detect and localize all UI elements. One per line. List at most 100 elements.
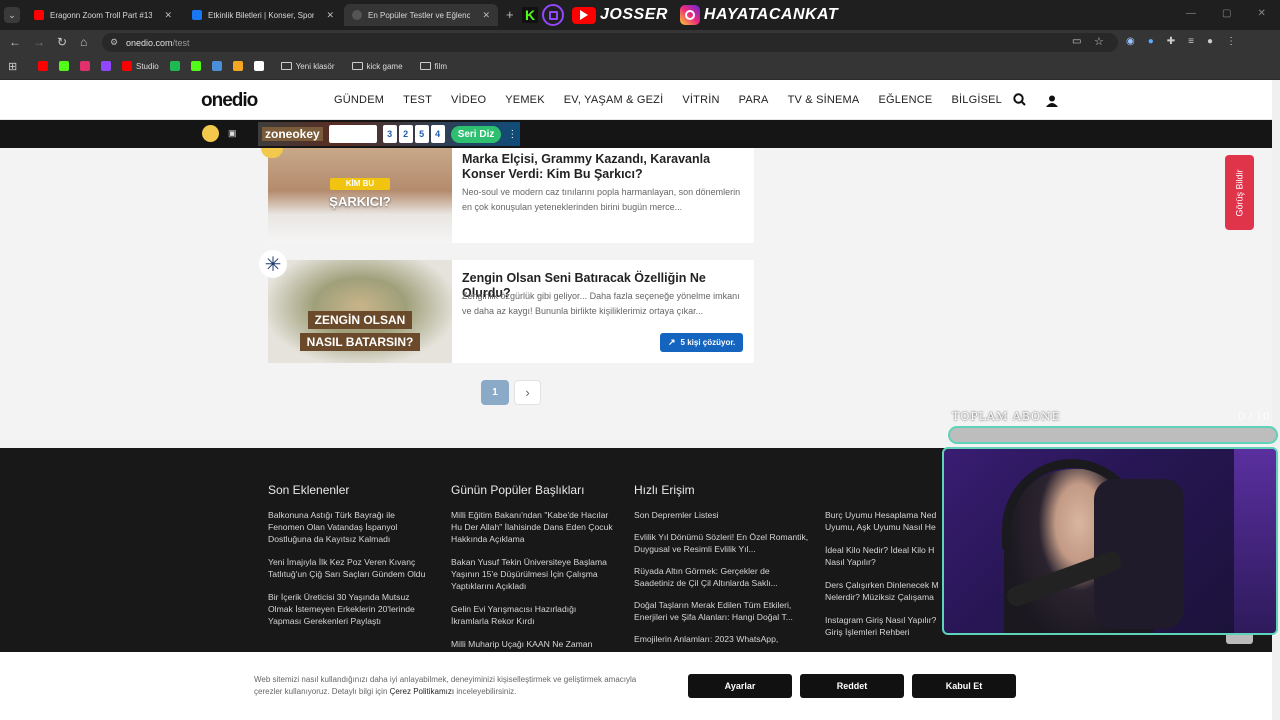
search-icon[interactable] — [1013, 93, 1026, 106]
bookmark-item[interactable] — [80, 61, 90, 71]
close-icon[interactable]: ✕ — [158, 10, 172, 21]
footer-link[interactable]: Emojilerin Anlamları: 2023 WhatsApp, — [634, 633, 809, 645]
cookie-policy-link[interactable]: Çerez Politikamızı — [390, 687, 454, 696]
bookmark-item[interactable]: Studio — [122, 61, 159, 71]
bookmark-item[interactable] — [38, 61, 48, 71]
user-icon[interactable] — [1046, 94, 1058, 107]
footer-link-list: Burç Uyumu Hesaplama Ned Uyumu, Aşk Uyum… — [825, 509, 945, 638]
bookmark-item[interactable] — [59, 61, 69, 71]
footer-link[interactable]: Milli Muharip Uçağı KAAN Ne Zaman — [451, 638, 616, 649]
card-title[interactable]: Marka Elçisi, Grammy Kazandı, Karavanla … — [462, 152, 746, 182]
bookmark-item[interactable] — [211, 61, 222, 71]
window-controls: — ▢ ✕ — [1186, 8, 1266, 19]
apps-icon[interactable]: ⊞ — [8, 60, 17, 73]
ad-close-icon[interactable]: ▣ — [228, 128, 237, 139]
footer-link[interactable]: Yeni İmajıyla İlk Kez Poz Veren Kıvanç T… — [268, 556, 433, 580]
webcam-feed — [942, 447, 1278, 635]
new-tab-button[interactable]: + — [506, 7, 514, 22]
stream-overlay-logos: K JOSSER HAYATACANKAT — [522, 4, 838, 26]
ad-banner[interactable] — [0, 120, 1272, 148]
site-info-icon[interactable]: ⚙ — [110, 37, 118, 48]
bookmark-folder[interactable]: film — [419, 62, 447, 71]
zoneokey-ad[interactable]: zoneokey 3254 Seri Diz ⋮ — [258, 122, 520, 146]
menu-item[interactable]: EV, YAŞAM & GEZİ — [564, 94, 664, 106]
menu-item[interactable]: VİDEO — [451, 94, 486, 106]
menu-item[interactable]: BİLGİSEL — [951, 94, 1002, 106]
menu-item[interactable]: TEST — [403, 94, 432, 106]
instagram-handle: HAYATACANKAT — [703, 6, 839, 23]
extension-icon[interactable]: ◉ — [1126, 36, 1135, 47]
window-close-icon[interactable]: ✕ — [1257, 8, 1265, 19]
card-description: Zenginlik özgürlük gibi geliyor... Daha … — [462, 291, 740, 316]
bookmark-favicon-icon — [253, 61, 264, 71]
install-app-icon[interactable]: ▭ — [1072, 36, 1081, 47]
menu-icon[interactable]: ⋮ — [1226, 36, 1236, 47]
feedback-button[interactable]: Görüş Bildir — [1225, 155, 1254, 230]
footer-link[interactable]: Burç Uyumu Hesaplama Ned Uyumu, Aşk Uyum… — [825, 509, 945, 533]
footer-link[interactable]: Gelin Evi Yarışmacısı Hazırladığı İkraml… — [451, 603, 616, 627]
next-page-button[interactable]: › — [514, 380, 541, 405]
footer-link[interactable]: Milli Eğitim Bakanı'ndan "Kabe'de Hacıla… — [451, 509, 616, 545]
bookmark-item[interactable] — [190, 61, 201, 71]
puzzle-icon[interactable]: ✚ — [1167, 36, 1175, 47]
maximize-icon[interactable]: ▢ — [1222, 8, 1231, 19]
home-icon[interactable]: ⌂ — [80, 35, 87, 49]
menu-item[interactable]: PARA — [739, 94, 769, 106]
tab-biletix[interactable]: Etkinlik Biletleri | Konser, Spor, T ✕ — [184, 4, 342, 26]
cookie-settings-button[interactable]: Ayarlar — [688, 674, 792, 698]
ad-more-icon[interactable]: ⋮ — [507, 129, 517, 140]
cookie-reject-button[interactable]: Reddet — [800, 674, 904, 698]
profile-icon[interactable]: ● — [1207, 36, 1213, 47]
bookmark-star-icon[interactable]: ☆ — [1094, 35, 1104, 48]
menu-item[interactable]: YEMEK — [505, 94, 545, 106]
close-icon[interactable]: ✕ — [320, 10, 334, 21]
menu-item[interactable]: GÜNDEM — [334, 94, 384, 106]
footer-link[interactable]: Doğal Taşların Merak Edilen Tüm Etkileri… — [634, 599, 809, 623]
ad-cta-button[interactable]: Seri Diz — [450, 125, 502, 143]
extension-icon[interactable]: ● — [1148, 36, 1154, 47]
menu-item[interactable]: EĞLENCE — [878, 94, 932, 106]
back-icon[interactable]: ← — [9, 35, 21, 49]
cookie-accept-button[interactable]: Kabul Et — [912, 674, 1016, 698]
folder-icon — [419, 62, 431, 70]
tab-youtube[interactable]: Eragonn Zoom Troll Part #13 - Y ✕ — [26, 4, 180, 26]
bookmark-favicon-icon — [190, 61, 201, 71]
footer-link[interactable]: Bir İçerik Üreticisi 30 Yaşında Mutsuz O… — [268, 591, 433, 627]
footer-link[interactable]: Evlilik Yıl Dönümü Sözleri! En Özel Roma… — [634, 531, 809, 555]
footer-heading: Son Eklenenler — [268, 483, 350, 497]
reload-icon[interactable]: ↻ — [57, 35, 67, 49]
page-1-button[interactable]: 1 — [481, 380, 509, 405]
bookmark-favicon-icon — [80, 61, 90, 71]
close-icon[interactable]: ✕ — [476, 10, 490, 21]
forward-icon[interactable]: → — [33, 35, 45, 49]
footer-link[interactable]: Rüyada Altın Görmek: Gerçekler de Saadet… — [634, 565, 809, 589]
footer-link[interactable]: Instagram Giriş Nasıl Yapılır? Giriş İşl… — [825, 614, 945, 638]
minimize-icon[interactable]: — — [1186, 8, 1196, 19]
footer-link[interactable]: Bakan Yusuf Tekin Üniversiteye Başlama Y… — [451, 556, 616, 592]
onedio-icon — [352, 10, 362, 20]
feedback-label: Görüş Bildir — [1234, 168, 1245, 217]
subscriber-goal-label: TOPLAM ABONE — [952, 410, 1061, 423]
footer-link[interactable]: İdeal Kilo Nedir? İdeal Kilo H Nasıl Yap… — [825, 544, 945, 568]
footer-link[interactable]: Ders Çalışırken Dinlenecek M Nelerdir? M… — [825, 579, 945, 603]
card-image: KİM BU ŞARKICI? — [268, 148, 452, 243]
address-bar[interactable]: onedio.com/test — [102, 33, 1118, 52]
reading-list-icon[interactable]: ≡ — [1188, 36, 1194, 47]
menu-item[interactable]: VİTRİN — [682, 94, 719, 106]
bookmark-item[interactable] — [169, 61, 180, 71]
tab-list-button[interactable]: ⌄ — [4, 7, 20, 23]
bookmark-item[interactable] — [232, 61, 243, 71]
bookmark-item[interactable] — [253, 61, 264, 71]
bookmark-item[interactable] — [101, 61, 111, 71]
menu-item[interactable]: TV & SİNEMA — [788, 94, 860, 106]
tab-onedio[interactable]: En Popüler Testler ve Eğlenceli T ✕ — [344, 4, 498, 26]
bookmark-folder[interactable]: kick game — [351, 62, 403, 71]
footer-link[interactable]: Balkonuna Astığı Türk Bayrağı ile Fenome… — [268, 509, 433, 545]
bookmark-favicon-icon — [232, 61, 243, 71]
bookmark-folder[interactable]: Yeni klasör — [280, 62, 335, 71]
ad-tile: 4 — [430, 125, 445, 143]
footer-link[interactable]: Son Depremler Listesi — [634, 509, 809, 521]
card-image-line1: ZENGİN OLSAN — [308, 311, 412, 329]
site-logo[interactable]: onedio — [201, 90, 258, 112]
ad-brand: zoneokey — [262, 127, 323, 141]
